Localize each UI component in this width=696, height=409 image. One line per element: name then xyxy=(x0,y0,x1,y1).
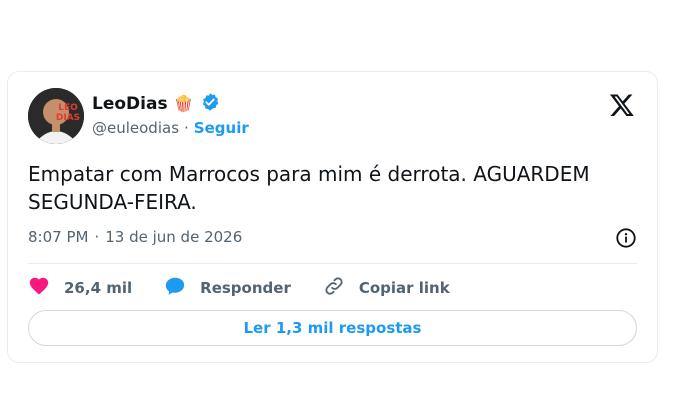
read-replies-button[interactable]: Ler 1,3 mil respostas xyxy=(28,310,637,346)
divider xyxy=(28,263,637,264)
tweet-date: 13 de jun de 2026 xyxy=(105,228,243,246)
timestamp-separator: · xyxy=(94,228,100,246)
tweet-time: 8:07 PM xyxy=(28,228,89,246)
author-handle[interactable]: @euleodias xyxy=(92,119,179,137)
author-name-row: LeoDias 🍿 xyxy=(92,92,220,116)
tweet-actions: 26,4 mil Responder Copiar link xyxy=(28,275,482,301)
tweet-timestamp[interactable]: 8:07 PM · 13 de jun de 2026 xyxy=(28,228,242,246)
tweet-text: Empatar com Marrocos para mim é derrota.… xyxy=(28,162,590,214)
copy-link-button[interactable]: Copiar link xyxy=(323,275,450,301)
svg-text:LEO: LEO xyxy=(58,103,78,113)
like-button[interactable]: 26,4 mil xyxy=(28,275,132,301)
x-logo-icon[interactable] xyxy=(609,92,635,118)
follow-button[interactable]: Seguir xyxy=(194,119,249,137)
reply-button[interactable]: Responder xyxy=(164,275,291,301)
popcorn-emoji: 🍿 xyxy=(173,94,194,113)
info-icon[interactable] xyxy=(615,227,637,249)
likes-count: 26,4 mil xyxy=(64,279,133,297)
heart-icon xyxy=(28,275,50,301)
link-icon xyxy=(323,275,345,301)
avatar[interactable]: LEO DIAS xyxy=(28,88,84,144)
copy-link-label: Copiar link xyxy=(358,279,450,297)
reply-label: Responder xyxy=(200,279,291,297)
reply-bubble-icon xyxy=(164,275,186,301)
handle-row: @euleodias · Seguir xyxy=(92,119,249,137)
svg-text:DIAS: DIAS xyxy=(56,113,80,123)
tweet-card: LEO DIAS LeoDias 🍿 @euleodias · Seguir E… xyxy=(7,71,658,363)
author-name[interactable]: LeoDias xyxy=(92,94,168,114)
verified-badge-icon xyxy=(200,92,220,116)
handle-separator: · xyxy=(184,119,189,137)
